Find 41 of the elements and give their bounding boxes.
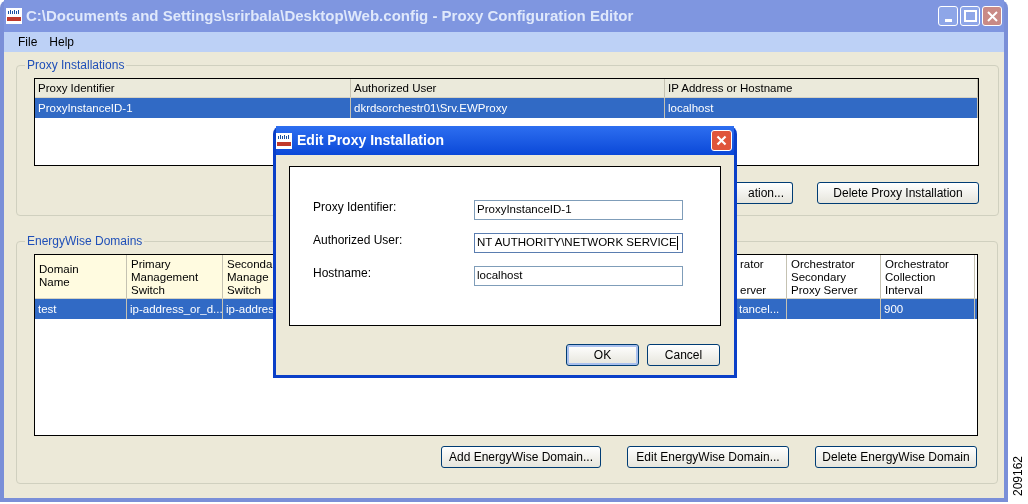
- close-button[interactable]: [982, 6, 1002, 26]
- minimize-icon: [944, 18, 952, 22]
- group-title: Proxy Installations: [26, 57, 126, 74]
- window-title: C:\Documents and Settings\srirbala\Desktop\Web.config - Proxy Configuration Editor: [26, 5, 635, 26]
- add-button[interactable]: Add EnergyWise Domain...: [441, 446, 601, 468]
- minimize-button[interactable]: [938, 6, 958, 26]
- group-title: EnergyWise Domains: [26, 233, 144, 250]
- ok-button[interactable]: OK: [566, 344, 639, 366]
- input-field[interactable]: ProxyInstanceID-1: [474, 200, 683, 220]
- maximize-button[interactable]: [960, 6, 980, 26]
- menu-item[interactable]: File: [14, 33, 42, 51]
- column-header[interactable]: Domain Name: [35, 255, 127, 298]
- column-header[interactable]: Authorized User: [351, 79, 665, 97]
- column-header[interactable]: IP Address or Hostname: [665, 79, 978, 97]
- table-cell: ProxyInstanceID-1: [35, 98, 351, 118]
- menu-item[interactable]: Help: [45, 33, 79, 51]
- logo-icon: [276, 132, 292, 149]
- table-cell: ip-address_or_d...: [127, 299, 223, 319]
- table-cell: test: [35, 299, 127, 319]
- cancel-button[interactable]: Cancel: [647, 344, 720, 366]
- input-field[interactable]: localhost: [474, 266, 683, 286]
- close-button[interactable]: [711, 130, 732, 151]
- figure-number: 209162: [1010, 455, 1026, 496]
- table-cell: dkrdsorchestr01\Srv.EWProxy: [351, 98, 665, 118]
- text-cursor: [676, 236, 678, 250]
- close-icon: [985, 9, 999, 23]
- delete-button[interactable]: Delete Proxy Installation: [817, 182, 979, 204]
- delete-button[interactable]: Delete EnergyWise Domain: [815, 446, 977, 468]
- maximize-icon: [963, 9, 977, 23]
- field-label: Hostname:: [312, 265, 373, 282]
- field-label: Authorized User:: [312, 232, 404, 249]
- field-label: Proxy Identifier:: [312, 199, 398, 216]
- table-cell: 900: [881, 299, 975, 319]
- table-row[interactable]: ProxyInstanceID-1 dkrdsorchestr01\Srv.EWProxy localhost: [35, 98, 978, 118]
- column-header[interactable]: Primary Management Switch: [127, 255, 223, 298]
- edit-button[interactable]: Edit EnergyWise Domain...: [627, 446, 789, 468]
- table-cell: localhost: [665, 98, 978, 118]
- input-field[interactable]: NT AUTHORITY\NETWORK SERVICE: [474, 233, 683, 253]
- dialog-title: Edit Proxy Installation: [297, 131, 446, 150]
- logo-icon: [6, 8, 22, 24]
- column-header[interactable]: Proxy Identifier: [35, 79, 351, 97]
